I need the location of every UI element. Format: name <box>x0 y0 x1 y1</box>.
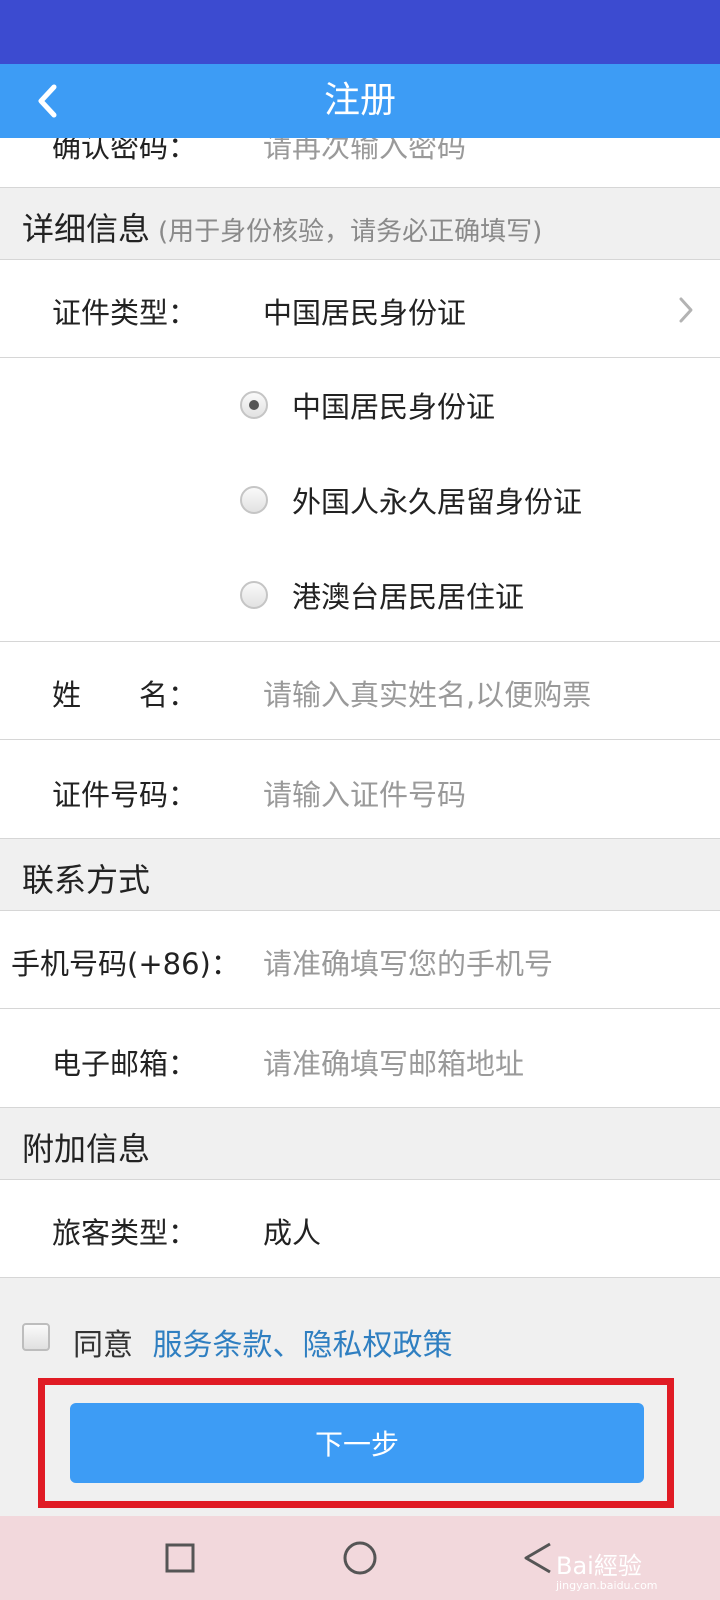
confirm-password-label: 确认密码： <box>52 138 198 164</box>
agreement-text: 同意 服务条款、隐私权政策 <box>73 1320 453 1364</box>
detail-section-hint: (用于身份核验，请务必正确填写) <box>158 217 543 247</box>
id-type-row[interactable]: 证件类型： 中国居民身份证 <box>0 260 720 358</box>
email-row[interactable]: 电子邮箱： 请准确填写邮箱地址 <box>0 1009 720 1108</box>
passenger-type-label: 旅客类型： <box>52 1216 198 1250</box>
detail-section-title: 详细信息 <box>22 210 151 248</box>
baidu-watermark: Bai經验 jingyan.baidu.com <box>556 1546 658 1592</box>
phone-label: 手机号码(+86)： <box>11 947 240 981</box>
app-bar: 注册 <box>0 64 720 138</box>
id-type-label: 证件类型： <box>52 296 198 330</box>
passenger-type-row[interactable]: 旅客类型： 成人 <box>0 1180 720 1278</box>
contact-section-header: 联系方式 <box>0 839 720 911</box>
status-bar <box>0 0 720 64</box>
confirm-password-row[interactable]: 确认密码： 请再次输入密码 <box>0 138 720 188</box>
name-label: 姓 名： <box>52 678 198 712</box>
passenger-type-value: 成人 <box>263 1216 322 1250</box>
radio-checked-icon <box>240 391 268 419</box>
page-title: 注册 <box>323 80 396 121</box>
highlight-frame: 下一步 <box>38 1378 674 1508</box>
email-input[interactable]: 请准确填写邮箱地址 <box>263 1041 524 1083</box>
name-input[interactable]: 请输入真实姓名,以便购票 <box>263 672 591 714</box>
extra-section-header: 附加信息 <box>0 1108 720 1180</box>
link-separator: 、 <box>272 1328 303 1363</box>
back-nav-button[interactable] <box>514 1534 562 1582</box>
radio-unchecked-icon <box>240 581 268 609</box>
radio-unchecked-icon <box>240 486 268 514</box>
system-nav-bar: Bai經验 jingyan.baidu.com <box>0 1516 720 1600</box>
terms-link[interactable]: 服务条款 <box>153 1328 273 1363</box>
next-button[interactable]: 下一步 <box>70 1403 644 1483</box>
id-type-value: 中国居民身份证 <box>263 296 467 330</box>
square-icon <box>165 1543 195 1573</box>
agreement-row: 同意 服务条款、隐私权政策 <box>0 1302 720 1378</box>
id-option-label: 外国人永久居留身份证 <box>292 485 583 519</box>
email-label: 电子邮箱： <box>52 1047 198 1081</box>
phone-row[interactable]: 手机号码(+86)： 请准确填写您的手机号 <box>0 911 720 1009</box>
id-option-mainland[interactable]: 中国居民身份证 <box>240 375 495 435</box>
privacy-link[interactable]: 隐私权政策 <box>303 1328 453 1363</box>
watermark-brand: Bai經验 <box>556 1552 642 1580</box>
name-row[interactable]: 姓 名： 请输入真实姓名,以便购票 <box>0 642 720 740</box>
id-option-label: 港澳台居民居住证 <box>292 580 525 614</box>
detail-section-header: 详细信息 (用于身份核验，请务必正确填写) <box>0 188 720 260</box>
confirm-password-input[interactable]: 请再次输入密码 <box>263 138 466 166</box>
circle-icon <box>343 1541 377 1575</box>
recent-apps-button[interactable] <box>156 1534 204 1582</box>
id-option-hmt[interactable]: 港澳台居民居住证 <box>240 565 524 625</box>
id-number-row[interactable]: 证件号码： 请输入证件号码 <box>0 740 720 839</box>
agree-prefix: 同意 <box>73 1328 133 1363</box>
id-number-label: 证件号码： <box>52 778 198 812</box>
id-type-options: 中国居民身份证 外国人永久居留身份证 港澳台居民居住证 <box>0 358 720 642</box>
contact-section-title: 联系方式 <box>22 861 151 899</box>
id-option-label: 中国居民身份证 <box>292 390 496 424</box>
triangle-left-icon <box>524 1542 551 1574</box>
watermark-url: jingyan.baidu.com <box>556 1579 658 1592</box>
id-option-foreigner[interactable]: 外国人永久居留身份证 <box>240 470 582 530</box>
phone-input[interactable]: 请准确填写您的手机号 <box>263 941 553 983</box>
home-button[interactable] <box>336 1534 384 1582</box>
agree-checkbox[interactable] <box>22 1323 50 1351</box>
id-number-input[interactable]: 请输入证件号码 <box>263 772 466 814</box>
extra-section-title: 附加信息 <box>22 1130 151 1168</box>
chevron-right-icon <box>679 297 693 323</box>
